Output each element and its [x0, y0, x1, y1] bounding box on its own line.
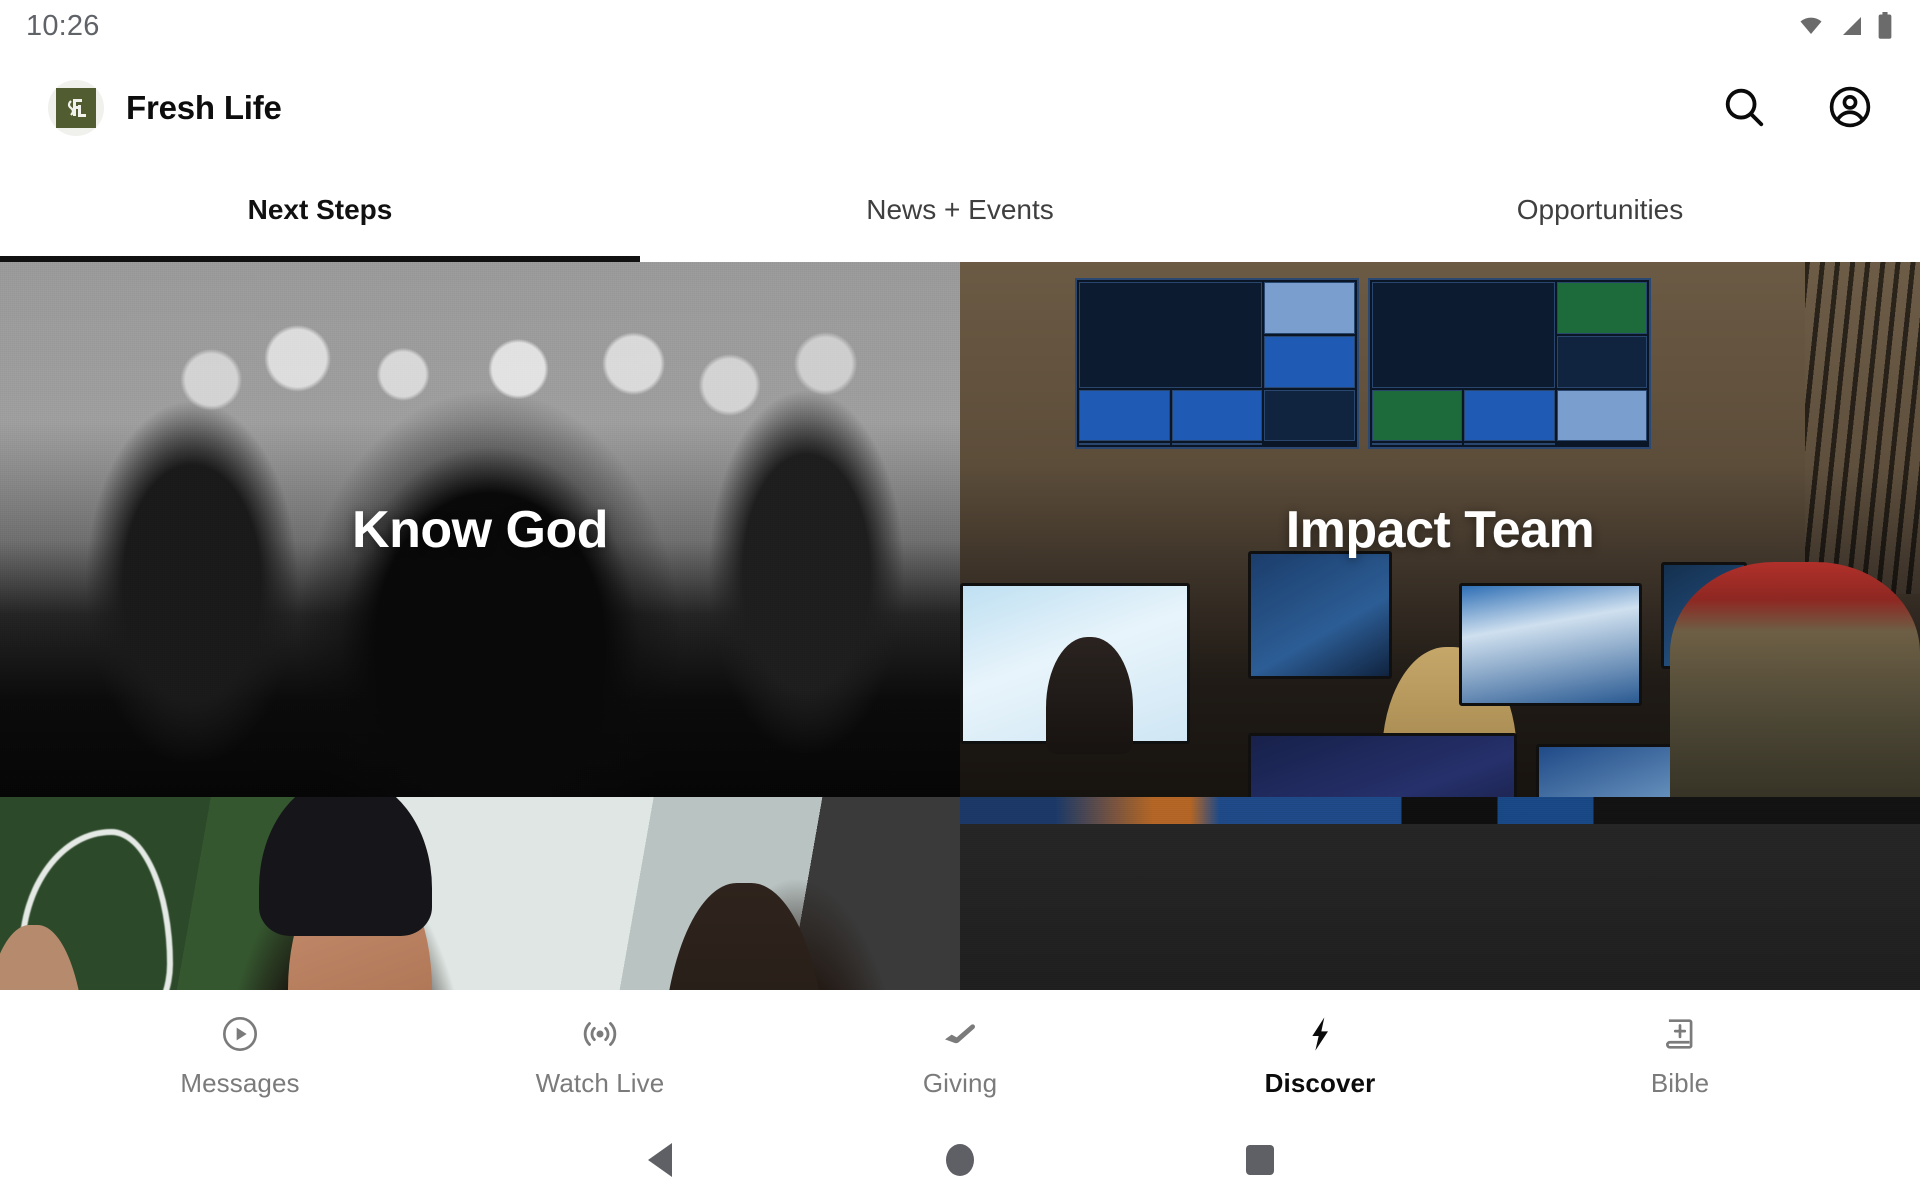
tab-next-steps[interactable]: Next Steps — [0, 164, 640, 262]
search-icon — [1721, 84, 1767, 133]
android-system-nav — [0, 1120, 1920, 1200]
wifi-icon — [1796, 14, 1826, 38]
broadcast-icon — [580, 1012, 620, 1056]
wall-monitor-right — [1367, 278, 1652, 450]
cell-signal-icon — [1838, 14, 1864, 38]
back-triangle-icon — [648, 1143, 672, 1177]
nav-item-bible[interactable]: Bible — [1500, 1012, 1860, 1099]
tab-news-events[interactable]: News + Events — [640, 164, 1280, 262]
card-know-god[interactable]: Know God — [0, 262, 960, 797]
card-impact-team[interactable]: Impact Team — [960, 262, 1920, 797]
play-circle-icon — [220, 1012, 260, 1056]
card-third[interactable] — [0, 797, 960, 990]
desk-monitor-5 — [1248, 732, 1517, 797]
home-circle-icon — [946, 1144, 974, 1176]
bottom-navigation: Messages Watch Live Giving Discover Bibl… — [0, 990, 1920, 1120]
lightning-bolt-icon — [1300, 1012, 1340, 1056]
status-bar: 10:26 — [0, 0, 1920, 52]
desk-monitor-6 — [1536, 743, 1690, 797]
app-screen: 10:26 Fresh Life Next Steps News + Event… — [0, 0, 1920, 1200]
battery-icon — [1876, 12, 1894, 40]
card-fourth[interactable] — [960, 797, 1920, 990]
nav-label: Bible — [1650, 1067, 1710, 1098]
tab-bar: Next Steps News + Events Opportunities — [0, 164, 1920, 262]
card-image-greeting — [0, 797, 960, 990]
person-red-cap — [1670, 561, 1920, 797]
recents-square-icon — [1246, 1145, 1274, 1175]
card-title: Impact Team — [1285, 500, 1595, 559]
app-bar-actions — [1712, 76, 1882, 140]
nav-item-messages[interactable]: Messages — [60, 1012, 420, 1099]
nav-item-giving[interactable]: Giving — [780, 1012, 1140, 1099]
desk-monitor-3 — [1459, 583, 1642, 707]
app-bar: Fresh Life — [0, 52, 1920, 164]
giving-hand-icon — [940, 1012, 980, 1056]
search-button[interactable] — [1712, 76, 1776, 140]
nav-label: Watch Live — [535, 1067, 665, 1098]
nav-label: Discover — [1264, 1067, 1376, 1098]
nav-label: Giving — [922, 1067, 998, 1098]
nav-item-discover[interactable]: Discover — [1140, 1012, 1500, 1099]
desk-monitor-2 — [1248, 550, 1392, 680]
status-time: 10:26 — [26, 9, 100, 42]
screen-glow-strip — [960, 797, 1920, 824]
discover-content[interactable]: Know God Impact Team — [0, 262, 1920, 990]
fresh-life-logo-icon — [56, 88, 96, 128]
system-recents-button[interactable] — [1230, 1130, 1290, 1190]
system-home-button[interactable] — [930, 1130, 990, 1190]
brand[interactable]: Fresh Life — [48, 80, 282, 136]
nav-item-watch-live[interactable]: Watch Live — [420, 1012, 780, 1099]
avatar — [48, 80, 104, 136]
account-circle-icon — [1827, 84, 1873, 133]
status-icons — [1796, 12, 1894, 40]
system-back-button[interactable] — [630, 1130, 690, 1190]
tab-opportunities[interactable]: Opportunities — [1280, 164, 1920, 262]
hair-right — [662, 882, 826, 990]
account-button[interactable] — [1818, 76, 1882, 140]
card-title: Know God — [352, 500, 608, 559]
cap-center — [259, 797, 432, 937]
card-image-dark-crowd — [960, 797, 1920, 990]
bible-book-icon — [1661, 1012, 1699, 1056]
wall-monitors — [1075, 278, 1652, 450]
wall-monitor-left — [1075, 278, 1359, 450]
next-steps-grid: Know God Impact Team — [0, 262, 1920, 990]
page-title: Fresh Life — [126, 89, 282, 126]
nav-label: Messages — [180, 1067, 300, 1098]
